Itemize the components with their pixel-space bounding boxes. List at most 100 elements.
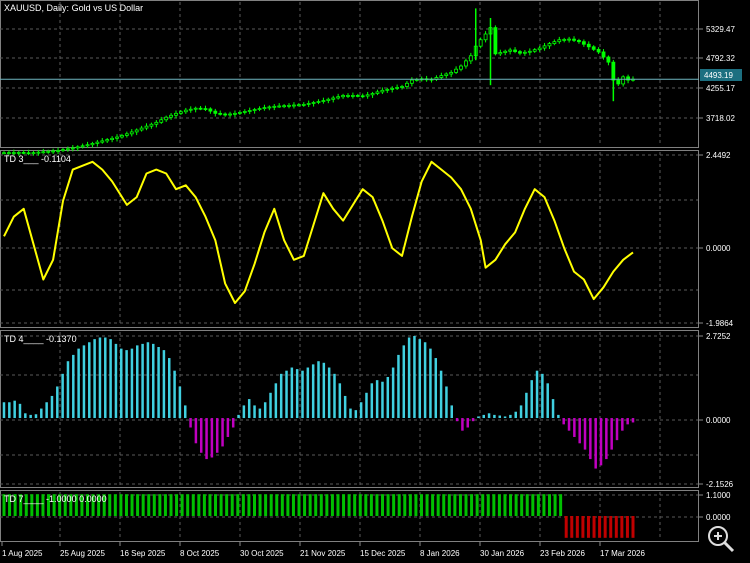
candle-body	[179, 111, 183, 114]
candle-body	[370, 93, 375, 96]
candle-body	[577, 40, 581, 43]
td3-line	[3, 160, 634, 304]
candle-body	[193, 107, 198, 110]
td3-series	[3, 160, 634, 304]
chart-symbol-header: XAUUSD, Daily: Gold vs US Dollar	[4, 3, 143, 13]
candle-body	[124, 133, 129, 136]
candle-body	[218, 112, 223, 115]
candle-body	[262, 107, 267, 109]
candle-body	[149, 123, 154, 127]
candle-body	[326, 98, 331, 101]
candle-body	[405, 82, 409, 87]
candle-body	[444, 73, 449, 77]
candle-body	[537, 47, 542, 51]
candle-body	[228, 113, 232, 116]
time-label: 8 Oct 2025	[180, 549, 220, 558]
candle-body	[513, 49, 517, 52]
candle-body	[51, 150, 56, 153]
candle-body	[242, 111, 247, 113]
candle-body	[223, 113, 228, 116]
candle-body	[70, 147, 75, 150]
candle-body	[601, 51, 606, 58]
candle-body	[203, 108, 208, 110]
candle-body	[198, 107, 203, 110]
candle-body	[110, 137, 115, 141]
candle-body	[164, 116, 169, 121]
candle-body	[188, 108, 193, 111]
time-label: 8 Jan 2026	[420, 549, 460, 558]
candle-body	[552, 41, 557, 45]
candle-body	[336, 96, 341, 99]
candle-body	[41, 151, 46, 154]
td4-title: TD 4____ -0.1370	[4, 334, 77, 344]
candle-body	[385, 88, 390, 91]
candle-body	[311, 102, 316, 104]
axis-tick-label: 0.0000	[706, 513, 731, 522]
candle-body	[503, 50, 508, 53]
candle-body	[46, 150, 51, 153]
magnifier-plus-icon[interactable]	[708, 526, 735, 553]
candle-body	[581, 41, 586, 45]
axis-tick-label: 2.7252	[706, 332, 731, 341]
time-label: 30 Jan 2026	[480, 549, 525, 558]
candle-body	[621, 76, 626, 85]
time-label: 25 Aug 2025	[60, 549, 105, 558]
candle-body	[105, 139, 110, 142]
candle-body	[267, 106, 272, 109]
candle-body	[478, 39, 483, 47]
td3-pane-frame	[0, 150, 699, 328]
candle-body	[301, 104, 306, 106]
axis-tick-label: 4792.32	[706, 54, 735, 63]
candle-body	[174, 112, 178, 116]
candle-body	[183, 109, 188, 113]
candle-body	[120, 135, 124, 138]
candle-body	[527, 50, 532, 53]
candle-body	[493, 27, 498, 55]
candle-body	[459, 65, 463, 70]
candle-body	[355, 95, 360, 97]
candle-body	[75, 146, 80, 149]
candle-body	[56, 150, 60, 152]
candle-body	[296, 104, 301, 107]
candle-body	[390, 88, 395, 90]
candle-body	[331, 97, 336, 100]
candle-body	[65, 148, 70, 151]
axis-tick-label: 0.0000	[706, 416, 731, 425]
candle-body	[380, 89, 385, 93]
candle-body	[252, 109, 257, 111]
candle-body	[282, 105, 287, 108]
time-axis: 1 Aug 2025 25 Aug 2025 16 Sep 2025 8 Oct 20…	[1, 542, 645, 558]
candle-body	[395, 87, 400, 89]
candle-body	[409, 79, 414, 84]
candle-body	[85, 144, 90, 147]
candle-body	[454, 68, 458, 73]
candle-body	[272, 105, 277, 108]
axis-tick-label: 2.4492	[706, 151, 731, 160]
candle-body	[277, 105, 282, 108]
candle-body	[616, 79, 621, 85]
price-axis: 5329.47 4792.32 4255.17 3718.02 2.4492 0.0000…	[699, 25, 735, 522]
candle-body	[159, 119, 164, 123]
candle-body	[350, 95, 355, 97]
current-price-label: 4493.19	[704, 71, 733, 80]
candle-body	[483, 33, 488, 41]
candle-body	[237, 112, 242, 114]
time-label: 1 Aug 2025	[2, 549, 43, 558]
candle-body	[508, 49, 513, 52]
candle-body	[542, 45, 547, 49]
chart-canvas[interactable]: XAUUSD, Daily: Gold vs US Dollar TD 3___…	[0, 0, 750, 563]
axis-tick-label: 3718.02	[706, 114, 735, 123]
candle-body	[139, 127, 144, 131]
candle-body	[562, 39, 567, 41]
candle-body	[557, 39, 562, 43]
candle-body	[169, 114, 173, 118]
td7-title: TD 7____ -1.0000 0.0000	[4, 494, 107, 504]
candle-body	[498, 52, 503, 55]
candle-body	[449, 72, 454, 75]
candle-body	[572, 38, 576, 41]
time-label: 21 Nov 2025	[300, 549, 346, 558]
axis-tick-label: -1.9864	[706, 319, 734, 328]
candle-body	[365, 94, 370, 97]
candle-body	[400, 86, 404, 88]
candle-body	[213, 110, 218, 114]
